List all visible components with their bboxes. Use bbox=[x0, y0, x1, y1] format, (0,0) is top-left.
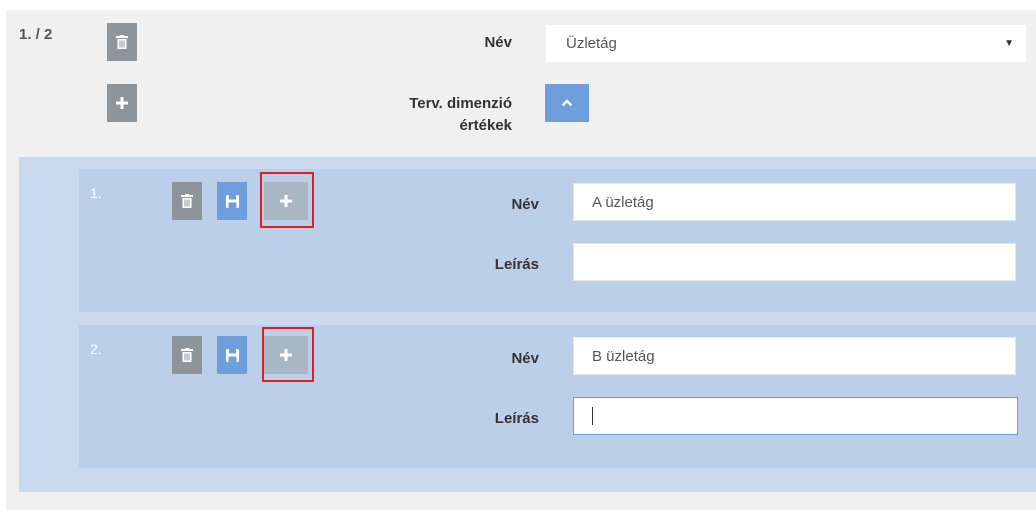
value-name-input[interactable]: A üzletág bbox=[573, 183, 1016, 221]
trash-icon bbox=[116, 35, 128, 49]
value-name-label: Név bbox=[511, 350, 539, 367]
text-cursor bbox=[592, 407, 593, 425]
save-icon bbox=[225, 348, 239, 362]
caret-down-icon: ▼ bbox=[1004, 38, 1014, 49]
select-value: Üzletág bbox=[566, 35, 617, 52]
value-name-label: Név bbox=[511, 196, 539, 213]
delete-value-button[interactable] bbox=[172, 182, 202, 220]
value-description-label: Leírás bbox=[494, 256, 539, 273]
delete-value-button[interactable] bbox=[172, 336, 202, 374]
item-index: 1. bbox=[90, 185, 102, 201]
plus-icon bbox=[116, 97, 128, 109]
save-icon bbox=[225, 194, 239, 208]
dimension-values-label: Terv. dimenzió értékek bbox=[340, 93, 512, 137]
item-index: 2. bbox=[90, 341, 102, 357]
highlight-box bbox=[262, 327, 314, 382]
delete-dimension-button[interactable] bbox=[107, 23, 137, 61]
highlight-box bbox=[260, 172, 314, 228]
save-value-button[interactable] bbox=[217, 336, 247, 374]
value-description-input[interactable] bbox=[573, 397, 1018, 435]
value-description-input[interactable] bbox=[573, 243, 1016, 281]
trash-icon bbox=[181, 348, 193, 362]
value-name-input[interactable]: B üzletág bbox=[573, 337, 1016, 375]
name-label: Név bbox=[484, 34, 512, 51]
record-index: 1. / 2 bbox=[19, 26, 53, 43]
save-value-button[interactable] bbox=[217, 182, 247, 220]
add-dimension-button[interactable] bbox=[107, 84, 137, 122]
value-description-label: Leírás bbox=[494, 410, 539, 427]
chevron-up-icon bbox=[561, 99, 573, 107]
trash-icon bbox=[181, 194, 193, 208]
dimension-name-select[interactable]: Üzletág ▼ bbox=[546, 25, 1026, 62]
dimension-values-label-line1: Terv. dimenzió bbox=[409, 95, 512, 112]
collapse-values-button[interactable] bbox=[545, 84, 589, 122]
dimension-values-label-line2: értékek bbox=[459, 117, 512, 134]
